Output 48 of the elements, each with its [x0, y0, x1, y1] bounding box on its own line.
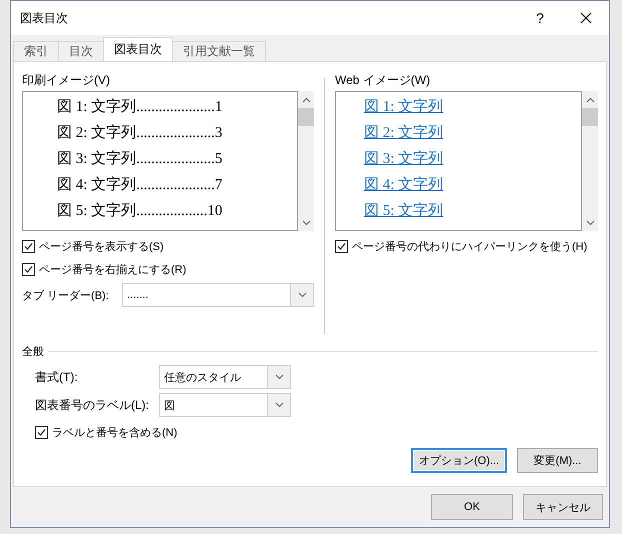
preview-entry: 図 5: 文字列...................10 — [57, 201, 222, 221]
checkbox-label: ページ番号を右揃えにする(R) — [39, 262, 186, 277]
checkbox[interactable] — [22, 240, 35, 253]
close-icon — [580, 12, 592, 24]
preview-entry: 図 1: 文字列.....................1 — [57, 97, 222, 117]
scrollbar-thumb[interactable] — [582, 108, 598, 126]
checkbox[interactable] — [35, 426, 48, 439]
preview-entry: 図 4: 文字列.....................7 — [57, 175, 222, 195]
dialog-button[interactable]: 変更(M)... — [517, 448, 598, 473]
hyperlink[interactable]: 図 5: 文字列 — [364, 203, 444, 219]
tab-leader-dropdown[interactable]: ....... — [122, 283, 314, 307]
field-label: 図表番号のラベル(L): — [35, 396, 150, 414]
checkbox-label: ページ番号の代わりにハイパーリンクを使う(H) — [352, 240, 588, 254]
print-preview-label: 印刷イメージ(V) — [22, 72, 111, 89]
chevron-down-icon — [302, 220, 310, 226]
scrollbar[interactable] — [582, 91, 598, 231]
help-button[interactable]: ? — [517, 1, 563, 35]
tab[interactable]: 索引 — [13, 41, 59, 61]
scrollbar[interactable] — [298, 91, 314, 231]
preview-entry: 図 3: 文字列.....................5 — [57, 149, 222, 169]
dropdown[interactable]: 図 — [159, 393, 291, 417]
hyperlink[interactable]: 図 2: 文字列 — [364, 125, 444, 141]
dialog-button[interactable]: オプション(O)... — [411, 448, 507, 473]
field-label: 書式(T): — [35, 368, 79, 386]
tab-leader-label: タブ リーダー(B): — [22, 288, 110, 302]
dropdown[interactable]: 任意のスタイル — [159, 365, 291, 389]
chevron-up-icon — [302, 96, 310, 102]
checkbox[interactable] — [22, 263, 35, 276]
chevron-down-icon — [298, 292, 306, 298]
hyperlink[interactable]: 図 3: 文字列 — [364, 151, 444, 167]
section-title: 全般 — [22, 345, 44, 359]
scrollbar-thumb[interactable] — [298, 108, 314, 126]
web-preview-label: Web イメージ(W) — [335, 72, 432, 89]
chevron-up-icon — [586, 96, 594, 102]
chevron-down-icon — [274, 374, 284, 380]
preview-entry: 図 2: 文字列.....................3 — [57, 123, 222, 143]
chevron-down-icon — [586, 220, 594, 226]
checkbox-label: ページ番号を表示する(S) — [39, 240, 164, 254]
cancel-button[interactable]: キャンセル — [523, 494, 603, 520]
tab[interactable]: 引用文献一覧 — [172, 41, 266, 61]
chevron-down-icon — [274, 402, 284, 408]
ok-button[interactable]: OK — [431, 494, 513, 520]
checkbox-label: ラベルと番号を含める(N) — [52, 426, 178, 440]
hyperlink[interactable]: 図 4: 文字列 — [364, 177, 444, 193]
tab[interactable]: 図表目次 — [103, 37, 173, 61]
hyperlink[interactable]: 図 1: 文字列 — [364, 99, 444, 115]
window-title: 図表目次 — [20, 10, 69, 26]
checkbox[interactable] — [335, 240, 348, 253]
